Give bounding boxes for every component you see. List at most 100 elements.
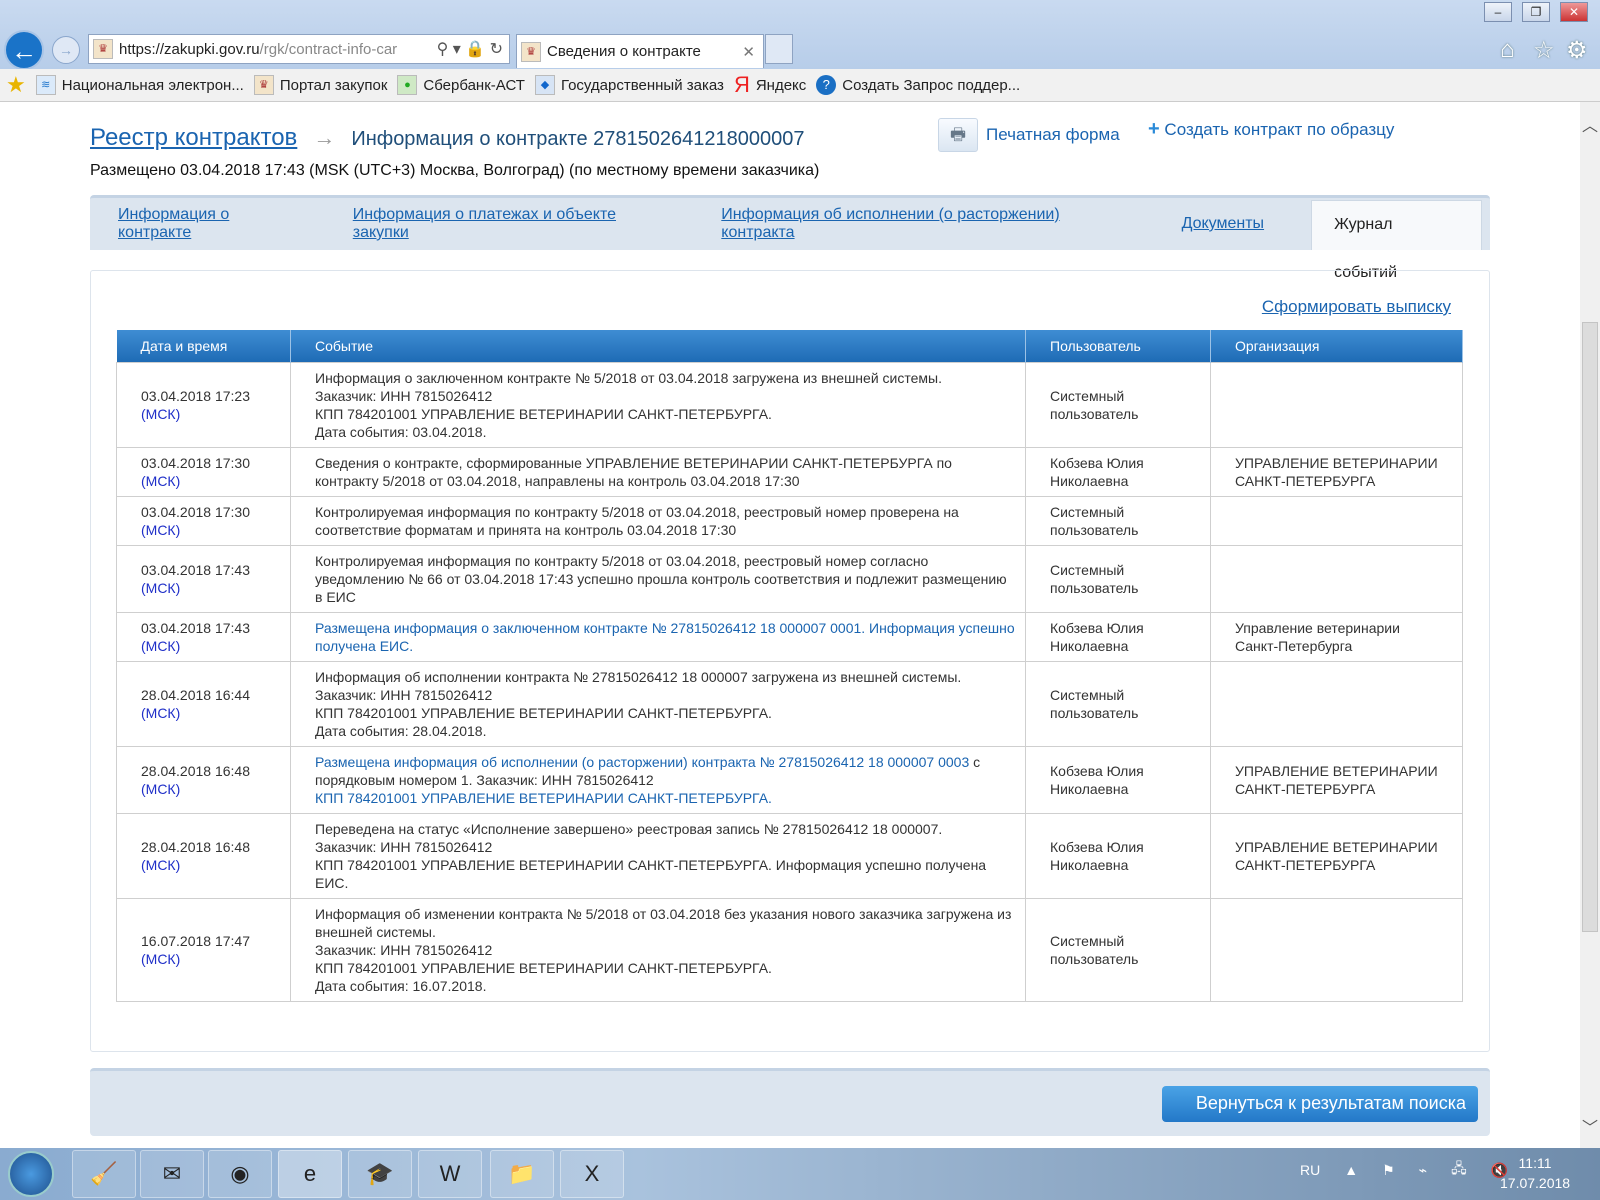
- event-link[interactable]: КПП 784201001 УПРАВЛЕНИЕ ВЕТЕРИНАРИИ САН…: [315, 789, 1015, 807]
- clock[interactable]: 11:11 17.07.2018: [1500, 1153, 1570, 1193]
- gear-icon[interactable]: ⚙: [1566, 36, 1588, 65]
- breadcrumb-root-link[interactable]: Реестр контрактов: [90, 124, 297, 152]
- word-icon[interactable]: W: [418, 1150, 482, 1198]
- tab-execution[interactable]: Информация об исполнении (о расторжении)…: [721, 206, 1134, 242]
- user-line: Системный: [1050, 686, 1125, 703]
- excel-icon[interactable]: X: [560, 1150, 624, 1198]
- tab-contract-info[interactable]: Информация о контракте: [118, 206, 306, 242]
- network-icon[interactable]: 🖧: [1451, 1158, 1467, 1182]
- event-link[interactable]: Размещена информация об исполнении (о ра…: [315, 754, 969, 770]
- tab-payments[interactable]: Информация о платежах и объекте закупки: [353, 206, 675, 242]
- favicon: ◆: [534, 75, 555, 95]
- event-cell: Сведения о контракте, сформированные УПР…: [290, 446, 1026, 497]
- favorite-item[interactable]: ? Создать Запрос поддер...: [816, 75, 1020, 95]
- user-line: Николаевна: [1050, 637, 1129, 654]
- event-line: Информация об изменении контракта № 5/20…: [315, 905, 1012, 940]
- date-cell: 16.07.2018 17:47 (МСК): [116, 897, 291, 1002]
- forward-button[interactable]: →: [52, 36, 80, 64]
- event-line: Информация об исполнении контракта № 278…: [315, 668, 962, 685]
- close-tab-icon[interactable]: ✕: [742, 43, 755, 61]
- favorites-star-icon[interactable]: ★: [6, 72, 26, 98]
- favorite-item[interactable]: ● Сбербанк-АСТ: [397, 75, 525, 95]
- help-icon: ?: [816, 75, 837, 95]
- favorites-star-icon[interactable]: ☆: [1533, 36, 1555, 65]
- table-row: 03.04.2018 17:43 (МСК) Контролируемая инф…: [116, 544, 1463, 613]
- favicon: ●: [397, 75, 418, 95]
- user-line: Системный: [1050, 932, 1125, 949]
- ccleaner-icon[interactable]: 🧹: [72, 1150, 136, 1198]
- generate-extract-link[interactable]: Сформировать выписку: [1262, 297, 1451, 317]
- org-cell: Управление ветеринарии Санкт-Петербурга: [1210, 611, 1463, 662]
- event-cell: Размещена информация о заключенном контр…: [290, 611, 1026, 662]
- vertical-scrollbar[interactable]: ︿ ﹀: [1580, 102, 1600, 1148]
- show-hidden-icons[interactable]: ▲: [1344, 1162, 1358, 1178]
- url-path: /rgk/contract-info-car: [259, 40, 398, 58]
- favicon: ≋: [35, 75, 56, 95]
- start-button[interactable]: [8, 1151, 54, 1197]
- event-log-table: Дата и время Событие Пользователь Органи…: [116, 330, 1463, 1002]
- create-contract-link[interactable]: + Создать контракт по образцу: [1148, 118, 1394, 141]
- close-window-button[interactable]: ✕: [1560, 2, 1588, 22]
- event-link[interactable]: Размещена информация о заключенном контр…: [315, 620, 1015, 654]
- scroll-down-icon[interactable]: ﹀: [1582, 1114, 1598, 1138]
- favorite-item[interactable]: ◆ Государственный заказ: [534, 75, 724, 95]
- event-datetime: 28.04.2018 16:48: [141, 762, 250, 779]
- favorite-item[interactable]: Я Яндекс: [734, 72, 806, 98]
- favorite-label: Национальная электрон...: [61, 76, 244, 94]
- tab-documents[interactable]: Документы: [1182, 215, 1264, 233]
- arrow-right-icon: →: [313, 125, 336, 150]
- event-datetime: 03.04.2018 17:30: [141, 503, 250, 520]
- page-title: Информация о контракте 27815026412180000…: [351, 128, 805, 150]
- address-bar[interactable]: ♛ https://zakupki.gov.ru/rgk/contract-in…: [88, 34, 510, 64]
- user-line: пользователь: [1050, 521, 1139, 538]
- back-button[interactable]: ←: [4, 30, 44, 70]
- favorite-item[interactable]: ♛ Портал закупок: [253, 75, 388, 95]
- event-log-panel: Сформировать выписку Дата и время Событи…: [90, 270, 1490, 1052]
- tab-event-log[interactable]: Журнал событий: [1311, 200, 1482, 281]
- timezone-label: (МСК): [141, 579, 181, 596]
- browser-tab[interactable]: ♛ Сведения о контракте ✕: [516, 34, 764, 68]
- favorite-label: Сбербанк-АСТ: [423, 76, 525, 94]
- search-lock-refresh-icons[interactable]: ⚲ ▾ 🔒 ↻: [437, 39, 509, 59]
- header-user[interactable]: Пользователь: [1025, 330, 1211, 362]
- user-cell: Системный пользователь: [1025, 544, 1211, 613]
- language-indicator[interactable]: RU: [1300, 1162, 1320, 1178]
- restore-button[interactable]: ❐: [1522, 2, 1550, 22]
- date-cell: 28.04.2018 16:44 (МСК): [116, 660, 291, 747]
- user-line: Кобзева Юлия: [1050, 454, 1144, 471]
- home-icon[interactable]: ⌂: [1500, 36, 1515, 64]
- kaspersky-icon[interactable]: ⚑: [1382, 1162, 1395, 1179]
- event-line: Контролируемая информация по контракту 5…: [315, 552, 1007, 605]
- internet-explorer-icon[interactable]: e: [278, 1150, 342, 1198]
- chrome-icon[interactable]: ◉: [208, 1150, 272, 1198]
- event-cell: Контролируемая информация по контракту 5…: [290, 495, 1026, 546]
- clock-time: 11:11: [1518, 1155, 1552, 1171]
- mail-icon[interactable]: ✉: [140, 1150, 204, 1198]
- scrollbar-thumb[interactable]: [1582, 322, 1598, 932]
- header-org[interactable]: Организация: [1210, 330, 1463, 362]
- back-to-results-button[interactable]: Вернуться к результатам поиска: [1162, 1086, 1478, 1122]
- event-datetime: 28.04.2018 16:48: [141, 838, 250, 855]
- table-row: 28.04.2018 16:48 (МСК) Размещена информац…: [116, 745, 1463, 814]
- new-tab-button[interactable]: [765, 34, 793, 64]
- org-line: УПРАВЛЕНИЕ ВЕТЕРИНАРИИ: [1235, 762, 1438, 779]
- header-event[interactable]: Событие: [290, 330, 1026, 362]
- event-line: Заказчик: ИНН 7815026412: [315, 941, 493, 958]
- org-cell: УПРАВЛЕНИЕ ВЕТЕРИНАРИИ САНКТ-ПЕТЕРБУРГА: [1210, 745, 1463, 814]
- user-line: Кобзева Юлия: [1050, 838, 1144, 855]
- usb-icon[interactable]: ⌁: [1419, 1162, 1427, 1179]
- plus-icon: +: [1148, 118, 1160, 140]
- favorite-label: Государственный заказ: [560, 76, 724, 94]
- explorer-icon[interactable]: 📁: [490, 1150, 554, 1198]
- favorite-label: Портал закупок: [279, 76, 388, 94]
- timezone-label: (МСК): [141, 950, 181, 967]
- scroll-up-icon[interactable]: ︿: [1582, 112, 1598, 136]
- minimize-button[interactable]: –: [1484, 2, 1512, 22]
- print-form-button[interactable]: 🖶 Печатная форма: [938, 118, 1120, 152]
- favorite-item[interactable]: ≋ Национальная электрон...: [35, 75, 244, 95]
- user-line: Кобзева Юлия: [1050, 762, 1144, 779]
- event-line: Сведения о контракте, сформированные УПР…: [315, 454, 952, 489]
- app-icon[interactable]: 🎓: [348, 1150, 412, 1198]
- header-date[interactable]: Дата и время: [116, 330, 291, 362]
- user-line: Системный: [1050, 503, 1125, 520]
